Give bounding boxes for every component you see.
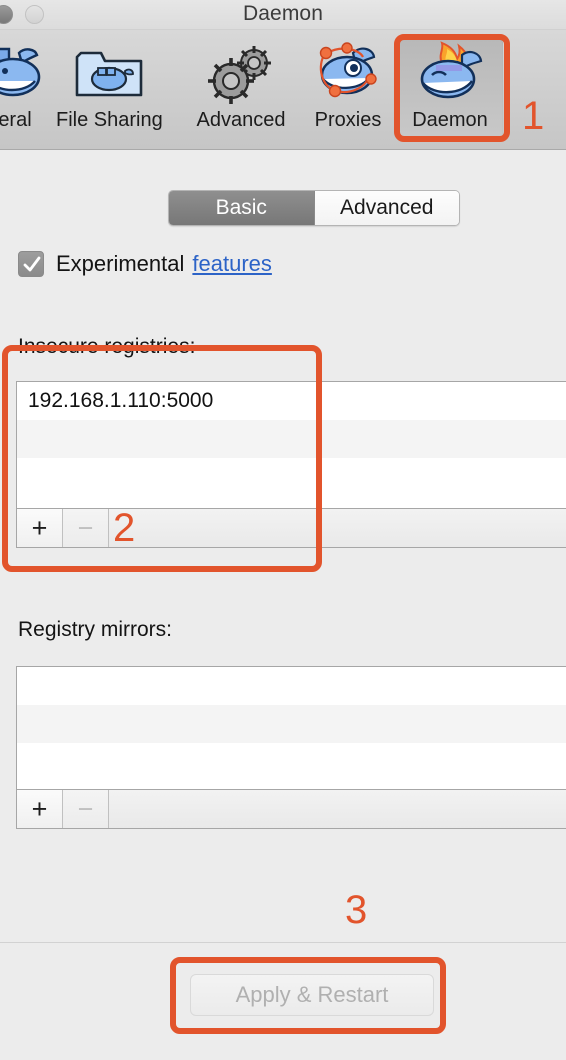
toolbar-item-label: Advanced: [196, 109, 286, 131]
checkmark-icon: [23, 256, 41, 272]
remove-registry-mirror-button[interactable]: −: [63, 790, 109, 828]
gears-icon: [188, 38, 294, 108]
apply-restart-button[interactable]: Apply & Restart: [190, 974, 434, 1016]
toolbar-item-label: File Sharing: [56, 109, 163, 131]
list-item[interactable]: [17, 743, 566, 781]
registry-mirrors-label: Registry mirrors:: [18, 618, 173, 641]
list-item[interactable]: [17, 458, 566, 496]
whale-network-icon: [295, 38, 401, 108]
experimental-features-row[interactable]: Experimental features: [18, 251, 272, 277]
experimental-checkbox[interactable]: [18, 251, 44, 277]
window-title: Daemon: [243, 2, 323, 25]
remove-insecure-registry-button[interactable]: −: [63, 509, 109, 547]
list-item[interactable]: [17, 420, 566, 458]
toolbar-item-advanced[interactable]: Advanced: [188, 38, 294, 142]
list-toolbar-filler: [109, 509, 566, 547]
list-item[interactable]: [17, 705, 566, 743]
annotation-number-3: 3: [345, 888, 368, 932]
insecure-registries-list[interactable]: 192.168.1.110:5000: [16, 381, 566, 509]
toolbar-item-file-sharing[interactable]: File Sharing: [56, 38, 163, 142]
annotation-number-1: 1: [522, 94, 545, 138]
mode-segmented-control[interactable]: Basic Advanced: [168, 190, 460, 226]
segment-advanced[interactable]: Advanced: [314, 191, 459, 225]
list-item[interactable]: 192.168.1.110:5000: [17, 382, 566, 420]
segment-basic[interactable]: Basic: [169, 191, 315, 225]
window-titlebar: Daemon: [0, 0, 566, 30]
list-item[interactable]: [17, 667, 566, 705]
toolbar-item-daemon[interactable]: Daemon: [397, 38, 503, 142]
insecure-registries-label: Insecure registries:: [18, 335, 196, 358]
preferences-content: [0, 150, 566, 1060]
annotation-number-2: 2: [113, 506, 136, 550]
features-link[interactable]: features: [192, 251, 272, 277]
list-toolbar-filler: [109, 790, 566, 828]
toolbar-item-label: Daemon: [412, 109, 488, 131]
preferences-toolbar: eral File Sharing Advanced Proxies Daemo…: [0, 30, 566, 150]
registry-mirrors-toolbar: + −: [16, 790, 566, 829]
whale-flame-icon: [397, 38, 503, 108]
add-insecure-registry-button[interactable]: +: [17, 509, 63, 547]
registry-mirrors-list[interactable]: [16, 666, 566, 790]
insecure-registries-toolbar: + −: [16, 509, 566, 548]
toolbar-item-label: Proxies: [314, 109, 382, 131]
experimental-label: Experimental: [56, 251, 185, 276]
toolbar-item-proxies[interactable]: Proxies: [295, 38, 401, 142]
folder-whale-icon: [56, 38, 162, 108]
footer-separator: [0, 942, 566, 943]
add-registry-mirror-button[interactable]: +: [17, 790, 63, 828]
